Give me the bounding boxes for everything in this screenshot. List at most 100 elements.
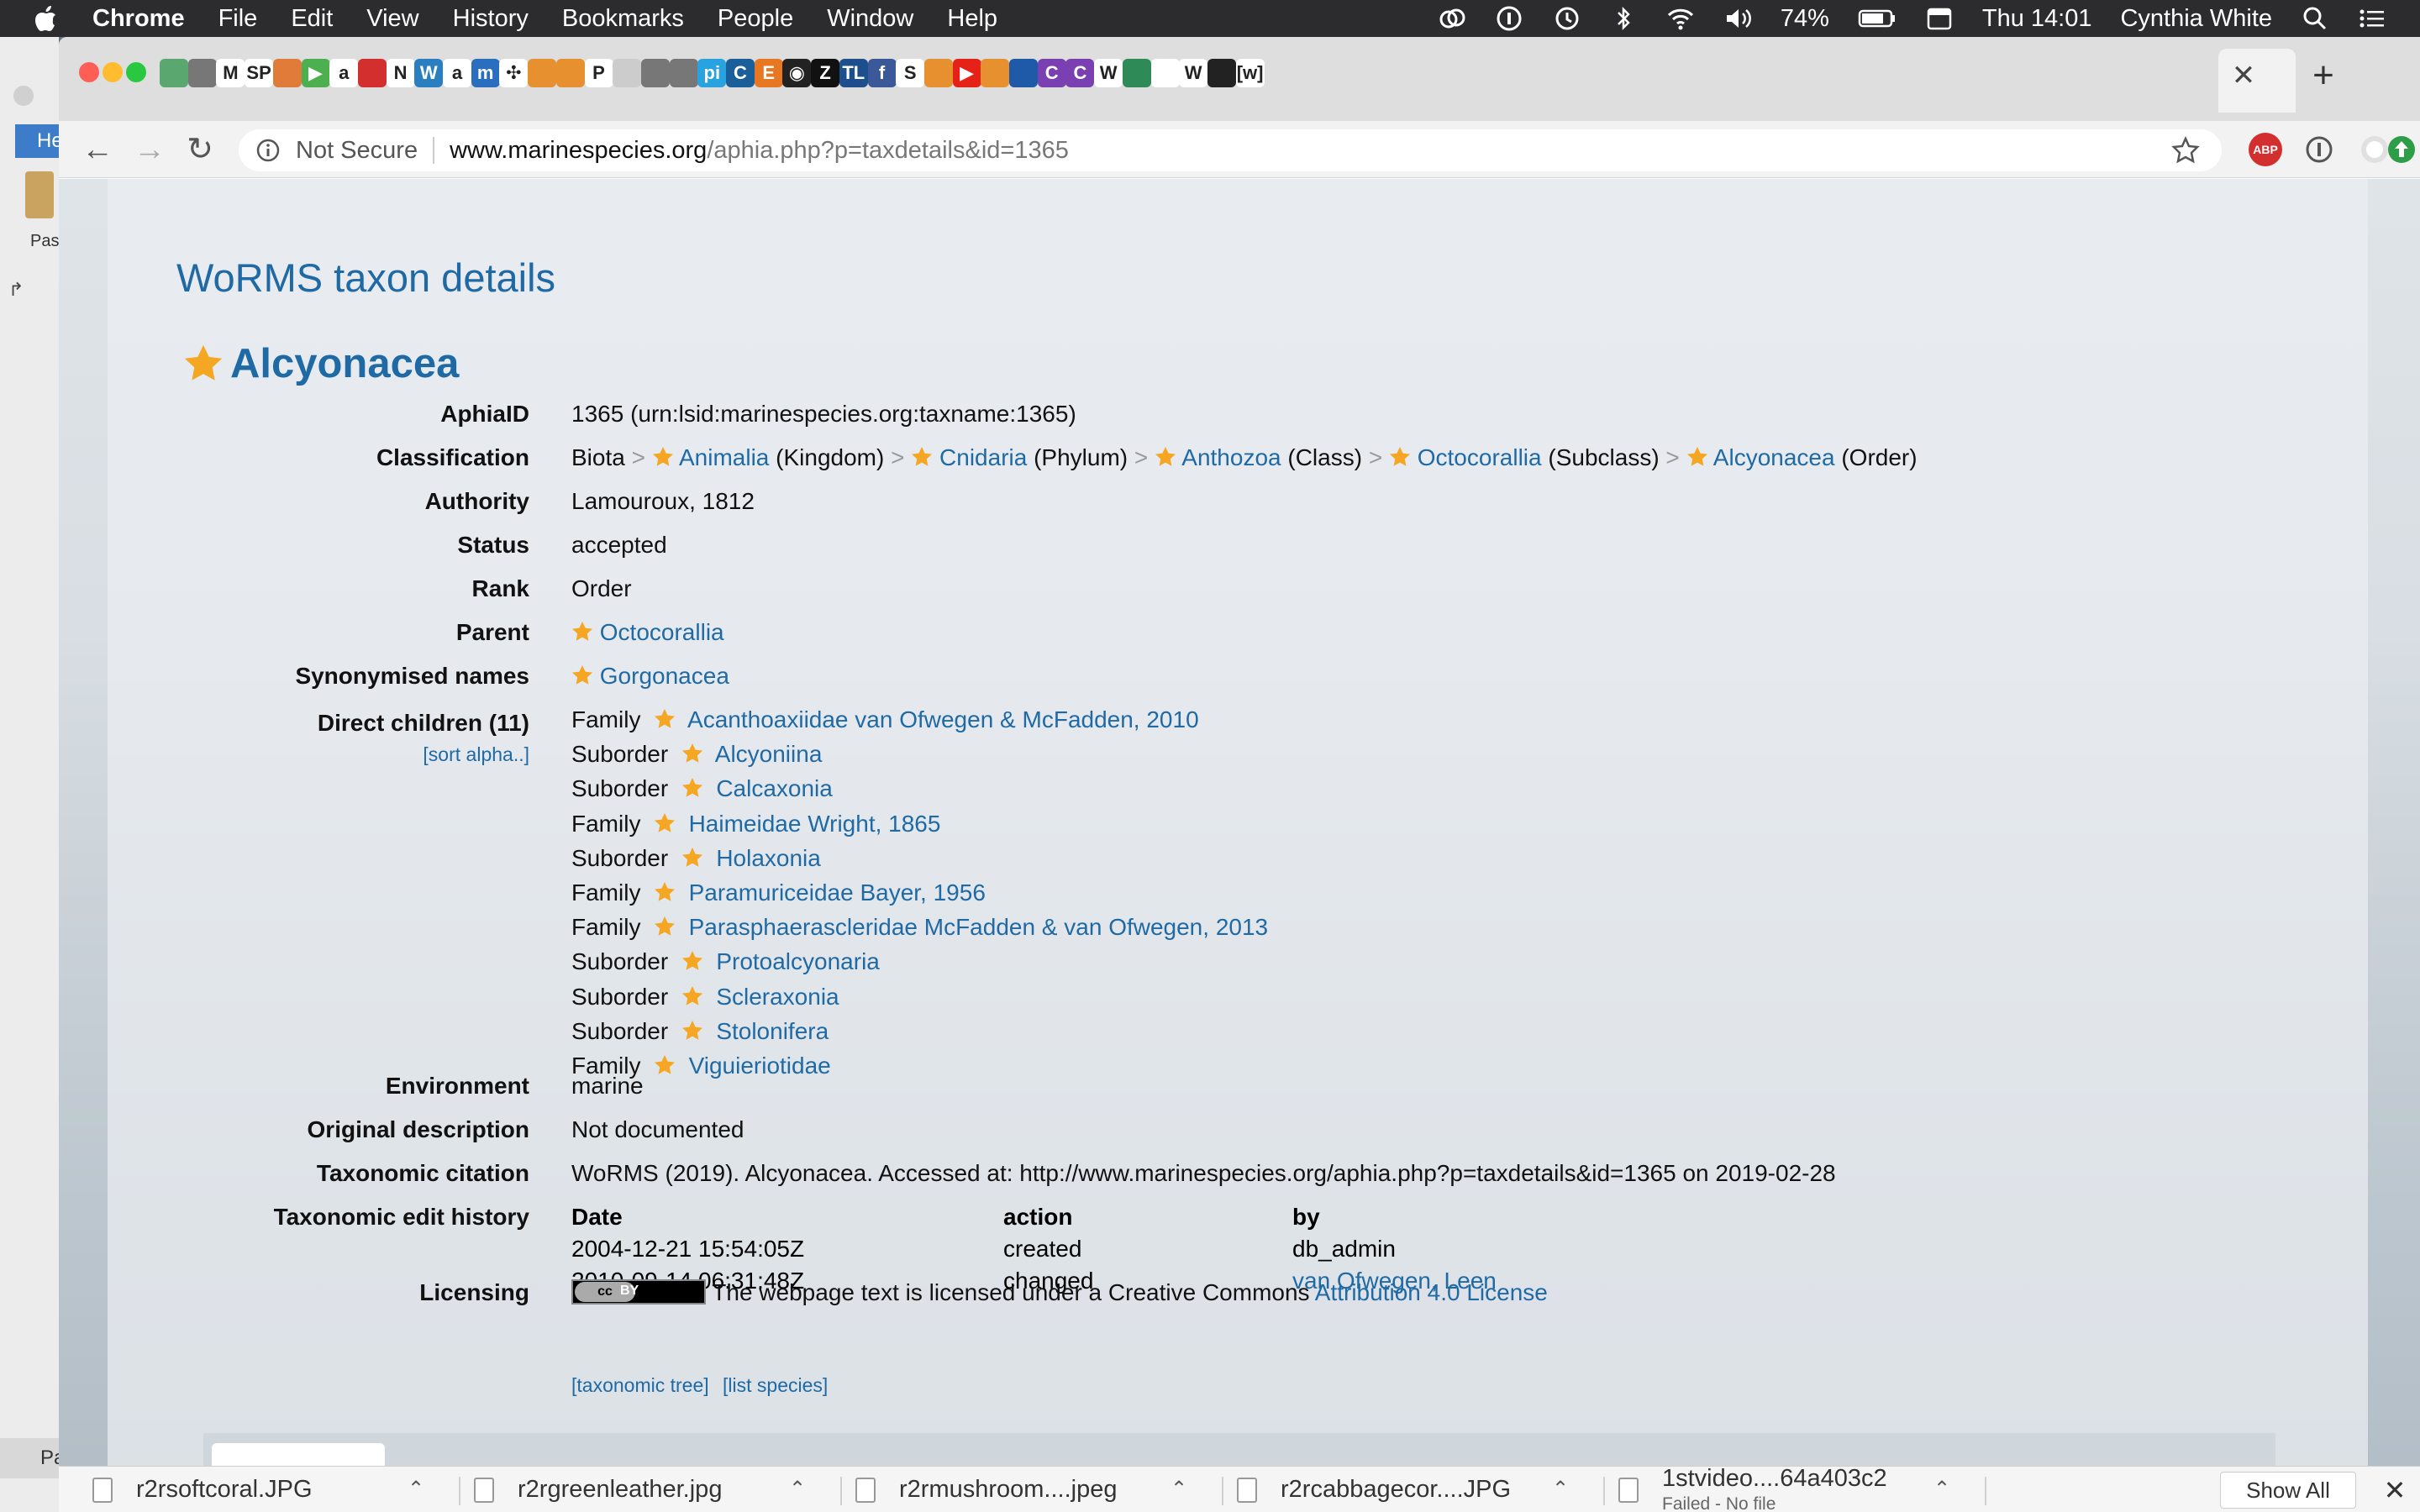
forward-button[interactable]: → <box>128 128 171 171</box>
classification-link[interactable]: Anthozoa <box>1181 444 1281 470</box>
download-item[interactable]: r2rmushroom....jpeg ⌃ <box>855 1467 1208 1512</box>
chevron-up-icon[interactable]: ⌃ <box>1166 1477 1192 1502</box>
target-icon[interactable]: ◉ <box>782 59 812 87</box>
document-icon[interactable] <box>1150 59 1180 87</box>
swirl-icon[interactable] <box>272 59 302 87</box>
battery-icon[interactable] <box>1858 5 1897 32</box>
child-taxon-link[interactable]: Haimeidae Wright, 1865 <box>689 811 941 837</box>
update-available-icon[interactable] <box>2385 133 2418 166</box>
wifi-icon[interactable] <box>1666 5 1695 32</box>
wikipedia-icon[interactable]: W <box>1094 59 1123 87</box>
menu-bar-clock[interactable]: Thu 14:01 <box>1982 5 2092 33</box>
child-taxon-link[interactable]: Stolonifera <box>716 1018 829 1044</box>
download-item[interactable]: 1stvideo....64a403c2 Failed - No file ⌃ <box>1618 1465 1971 1512</box>
minimize-window-button[interactable] <box>103 62 123 82</box>
child-taxon-link[interactable]: Protoalcyonaria <box>716 948 880 974</box>
circle-icon[interactable] <box>613 59 642 87</box>
reload-button[interactable]: ↻ <box>178 128 222 171</box>
cc-by-badge-icon[interactable]: cc BY <box>571 1279 706 1305</box>
wordpress-icon[interactable]: W <box>414 59 444 87</box>
security-label[interactable]: Not Secure <box>296 137 418 165</box>
child-taxon-link[interactable]: Viguieriotidae <box>689 1053 831 1079</box>
classification-link[interactable]: Cnidaria <box>939 444 1027 470</box>
child-taxon-link[interactable]: Acanthoaxiidae van Ofwegen & McFadden, 2… <box>687 706 1199 732</box>
back-button[interactable]: ← <box>76 128 119 171</box>
volume-icon[interactable] <box>1723 5 1752 32</box>
worms-icon[interactable]: [w] <box>1235 59 1265 87</box>
menu-view[interactable]: View <box>366 5 418 33</box>
child-taxon-link[interactable]: Scleraxonia <box>716 984 839 1010</box>
chevron-up-icon[interactable]: ⌃ <box>1929 1477 1954 1502</box>
figure-icon[interactable] <box>669 59 698 87</box>
grid-icon[interactable]: ✣ <box>499 59 529 87</box>
menu-file[interactable]: File <box>218 5 258 33</box>
gmail-icon[interactable]: M <box>216 59 245 87</box>
c-icon[interactable]: C <box>726 59 755 87</box>
info-icon[interactable] <box>255 138 281 163</box>
page-viewport[interactable]: WoRMS taxon details Alcyonacea AphiaID 1… <box>59 179 2420 1466</box>
download-item[interactable]: r2rgreenleather.jpg ⌃ <box>474 1467 827 1512</box>
address-bar[interactable]: Not Secure www.marinespecies.org/aphia.p… <box>239 129 2222 171</box>
wikipedia-icon[interactable]: W <box>1179 59 1208 87</box>
creative-cloud-icon[interactable] <box>1438 5 1466 32</box>
s-icon[interactable]: S <box>896 59 925 87</box>
clipboard-icon[interactable] <box>25 171 54 218</box>
show-all-downloads-button[interactable]: Show All <box>2220 1472 2356 1509</box>
grid-green-icon[interactable] <box>1122 59 1151 87</box>
password-manager-extension-icon[interactable] <box>2302 133 2336 166</box>
url-host[interactable]: www.marinespecies.org <box>450 137 707 165</box>
close-window-button[interactable] <box>79 62 99 82</box>
c-purple-icon[interactable]: C <box>1065 59 1095 87</box>
taxonomic-tree-link[interactable]: [taxonomic tree] <box>571 1374 709 1396</box>
child-taxon-link[interactable]: Holaxonia <box>716 845 821 871</box>
chevron-up-icon[interactable]: ⌃ <box>403 1477 429 1502</box>
book-red-icon[interactable] <box>357 59 387 87</box>
z-icon[interactable]: Z <box>811 59 840 87</box>
sp-icon[interactable]: SP <box>245 59 274 87</box>
list-species-link[interactable]: [list species] <box>723 1374 828 1396</box>
url-path[interactable]: /aphia.php?p=taxdetails&id=1365 <box>707 137 1069 165</box>
stack-icon[interactable] <box>555 59 585 87</box>
background-app-window[interactable]: He Pas ↱ Pa <box>0 37 65 1512</box>
license-link[interactable]: Attribution 4.0 License <box>1315 1279 1548 1305</box>
time-machine-icon[interactable] <box>1552 5 1581 32</box>
apple-icon[interactable] <box>34 5 57 32</box>
spotlight-search-icon[interactable] <box>2301 5 2329 32</box>
synonym-link[interactable]: Gorgonacea <box>600 663 729 689</box>
figure-icon[interactable] <box>640 59 670 87</box>
netflix-icon[interactable]: N <box>386 59 415 87</box>
menu-bookmarks[interactable]: Bookmarks <box>562 5 684 33</box>
amazon-icon[interactable]: a <box>329 59 359 87</box>
child-taxon-link[interactable]: Alcyoniina <box>715 741 823 767</box>
download-item[interactable]: r2rcabbagecor....JPG ⌃ <box>1237 1467 1590 1512</box>
menu-help[interactable]: Help <box>947 5 997 33</box>
calendar-icon[interactable] <box>1925 5 1954 32</box>
stack-icon[interactable] <box>528 59 557 87</box>
pi-icon[interactable]: pi <box>697 59 727 87</box>
classification-link[interactable]: Alcyonacea <box>1713 444 1835 470</box>
play-icon[interactable]: ▶ <box>301 59 330 87</box>
download-item[interactable]: r2rsoftcoral.JPG ⌃ <box>92 1467 445 1512</box>
new-tab-button[interactable]: + <box>2302 55 2344 96</box>
close-download-shelf-icon[interactable]: ✕ <box>2380 1475 2410 1505</box>
menu-people[interactable]: People <box>718 5 793 33</box>
chevron-up-icon[interactable]: ⌃ <box>1548 1477 1573 1502</box>
child-taxon-link[interactable]: Calcaxonia <box>716 775 833 801</box>
menu-bar-user[interactable]: Cynthia White <box>2120 5 2272 33</box>
menu-window[interactable]: Window <box>827 5 913 33</box>
menu-history[interactable]: History <box>453 5 529 33</box>
menu-app-name[interactable]: Chrome <box>92 5 185 33</box>
child-taxon-link[interactable]: Paramuriceidae Bayer, 1956 <box>689 879 986 906</box>
password-manager-icon[interactable] <box>1495 5 1523 32</box>
lower-section-tab[interactable] <box>212 1443 385 1466</box>
m-icon[interactable]: m <box>471 59 500 87</box>
menu-edit[interactable]: Edit <box>291 5 333 33</box>
mountain-icon[interactable] <box>160 59 188 87</box>
amazon-icon[interactable]: a <box>443 59 471 87</box>
youtube-icon[interactable]: ▶ <box>952 59 981 87</box>
adblock-plus-icon[interactable]: ABP <box>2249 133 2282 166</box>
p-icon[interactable]: P <box>584 59 613 87</box>
noaa-icon[interactable] <box>1009 59 1038 87</box>
parent-link[interactable]: Octocorallia <box>600 619 724 645</box>
close-tab-icon[interactable]: ✕ <box>2227 59 2260 92</box>
